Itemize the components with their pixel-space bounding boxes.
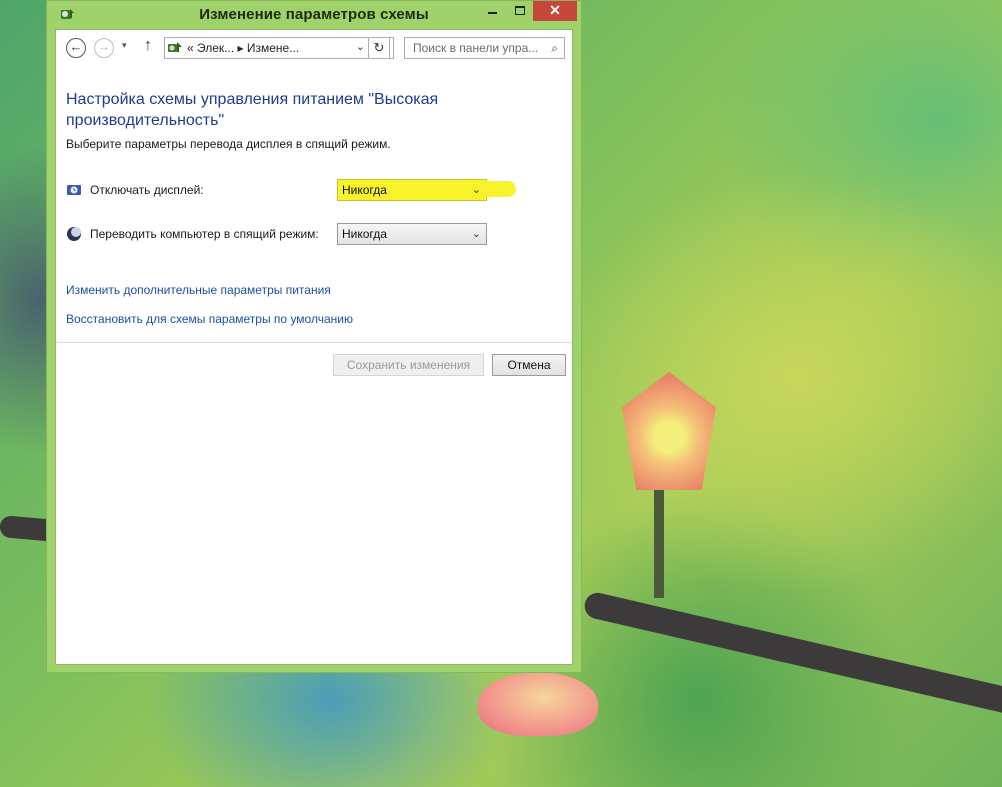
forward-arrow-icon: → bbox=[97, 39, 111, 54]
display-off-label: Отключать дисплей: bbox=[90, 183, 204, 197]
wallpaper-flower bbox=[622, 372, 716, 490]
sleep-moon-icon bbox=[67, 227, 81, 241]
display-off-value: Никогда bbox=[342, 183, 387, 197]
sleep-value: Никогда bbox=[342, 227, 387, 241]
search-input[interactable]: Поиск в панели упра... ⌕ bbox=[404, 37, 565, 59]
navigation-bar: ← → ▾ ↑ « Элек... ▸ Измене... ⌄ ↻ Поиск … bbox=[56, 30, 572, 66]
display-off-select[interactable]: Никогда ⌄ bbox=[337, 179, 487, 201]
search-placeholder: Поиск в панели упра... bbox=[413, 41, 539, 55]
recent-locations-button[interactable]: ▾ bbox=[122, 40, 127, 51]
chevron-down-icon: ⌄ bbox=[471, 228, 481, 240]
close-button[interactable]: ✕ bbox=[533, 1, 577, 21]
advanced-settings-link[interactable]: Изменить дополнительные параметры питани… bbox=[66, 283, 331, 297]
page-title: Настройка схемы управления питанием "Выс… bbox=[66, 91, 439, 129]
title-bar[interactable]: Изменение параметров схемы ✕ bbox=[47, 1, 581, 29]
back-button[interactable]: ← bbox=[66, 38, 86, 58]
minimize-button[interactable] bbox=[479, 1, 505, 21]
address-bar[interactable]: « Элек... ▸ Измене... ⌄ bbox=[164, 37, 394, 59]
refresh-button[interactable]: ↻ bbox=[368, 37, 390, 59]
display-icon bbox=[67, 185, 81, 195]
wallpaper-stem bbox=[654, 488, 664, 598]
chevron-down-icon: ▾ bbox=[122, 40, 127, 50]
power-plan-window: Изменение параметров схемы ✕ ← → ▾ ↑ « Э… bbox=[46, 0, 582, 673]
maximize-icon bbox=[515, 6, 525, 16]
wallpaper-branch bbox=[582, 590, 1002, 724]
breadcrumb[interactable]: « Элек... ▸ Измене... bbox=[187, 41, 299, 55]
up-button[interactable]: ↑ bbox=[144, 37, 152, 55]
chevron-down-icon: ⌄ bbox=[471, 184, 481, 196]
control-panel-icon bbox=[168, 42, 182, 52]
close-icon: ✕ bbox=[549, 2, 561, 18]
search-icon[interactable]: ⌕ bbox=[551, 41, 558, 56]
highlight-mark bbox=[486, 181, 516, 197]
maximize-button[interactable] bbox=[507, 1, 533, 21]
sleep-label: Переводить компьютер в спящий режим: bbox=[90, 227, 319, 241]
wallpaper-flower bbox=[478, 672, 598, 736]
address-dropdown-icon[interactable]: ⌄ bbox=[356, 40, 365, 53]
save-changes-button[interactable]: Сохранить изменения bbox=[333, 354, 484, 376]
forward-button[interactable]: → bbox=[94, 38, 114, 58]
back-arrow-icon: ← bbox=[69, 39, 83, 54]
up-arrow-icon: ↑ bbox=[144, 37, 152, 54]
footer-divider bbox=[56, 342, 572, 343]
page-description: Выберите параметры перевода дисплея в сп… bbox=[66, 137, 391, 151]
sleep-select[interactable]: Никогда ⌄ bbox=[337, 223, 487, 245]
cancel-button[interactable]: Отмена bbox=[492, 354, 566, 376]
refresh-icon: ↻ bbox=[373, 40, 385, 55]
restore-defaults-link[interactable]: Восстановить для схемы параметры по умол… bbox=[66, 312, 353, 326]
minimize-icon bbox=[487, 11, 497, 14]
window-client-area: ← → ▾ ↑ « Элек... ▸ Измене... ⌄ ↻ Поиск … bbox=[55, 29, 573, 665]
